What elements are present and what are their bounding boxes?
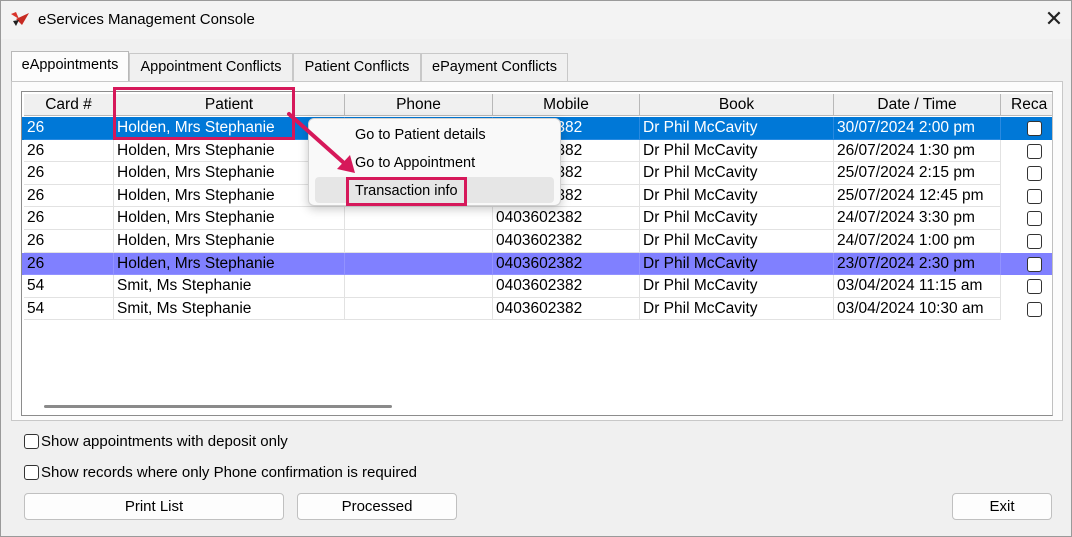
recall-checkbox[interactable] bbox=[1027, 188, 1042, 204]
transaction-info-annotation-box bbox=[346, 177, 467, 206]
column-header-phone[interactable]: Phone bbox=[345, 94, 493, 116]
eservices-window: eServices Management Console ✕ eAppointm… bbox=[0, 0, 1072, 537]
tab-appointment-conflicts[interactable]: Appointment Conflicts bbox=[129, 53, 293, 81]
exit-button[interactable]: Exit bbox=[952, 493, 1052, 520]
card-cell: 26 bbox=[24, 139, 114, 163]
book-cell: Dr Phil McCavity bbox=[640, 162, 834, 185]
book-cell: Dr Phil McCavity bbox=[640, 230, 834, 253]
book-cell: Dr Phil McCavity bbox=[640, 297, 834, 321]
card-cell: 54 bbox=[24, 275, 114, 298]
datetime-cell: 23/07/2024 2:30 pm bbox=[834, 252, 1001, 276]
book-cell: Dr Phil McCavity bbox=[640, 207, 834, 230]
processed-button[interactable]: Processed bbox=[297, 493, 457, 520]
table-row[interactable]: 26Holden, Mrs Stephanie 0403602382Dr Phil… bbox=[22, 230, 1052, 253]
book-cell: Dr Phil McCavity bbox=[640, 184, 834, 208]
phone-cell bbox=[345, 252, 493, 276]
tab-eappointments[interactable]: eAppointments bbox=[11, 51, 129, 82]
patient-cell: Smit, Ms Stephanie bbox=[114, 275, 345, 298]
book-cell: Dr Phil McCavity bbox=[640, 117, 834, 140]
horizontal-scrollbar[interactable] bbox=[44, 405, 392, 408]
patient-cell: Holden, Mrs Stephanie bbox=[114, 230, 345, 253]
table-row[interactable]: 54 Smit, Ms Stephanie 0403602382 Dr Phil Mc… bbox=[22, 275, 1052, 298]
patient-cell: Holden, Mrs Stephanie bbox=[114, 252, 345, 276]
menu-item-go-to-appointment[interactable]: Go to Appointment bbox=[355, 155, 475, 171]
datetime-cell: 03/04/2024 11:15 am bbox=[834, 275, 1001, 298]
phone-cell bbox=[345, 207, 493, 230]
print-list-button[interactable]: Print List bbox=[24, 493, 284, 520]
table-row[interactable]: 26Holden, Mrs Stephanie 0403602382Dr Phil… bbox=[22, 252, 1052, 276]
phone-cell bbox=[345, 275, 493, 298]
card-cell: 54 bbox=[24, 297, 114, 321]
card-cell: 26 bbox=[24, 207, 114, 230]
mobile-cell: 0403602382 bbox=[493, 275, 640, 298]
patient-cell: Holden, Mrs Stephanie bbox=[114, 207, 345, 230]
datetime-cell: 24/07/2024 3:30 pm bbox=[834, 207, 1001, 230]
mobile-cell: 0403602382 bbox=[493, 297, 640, 321]
patient-cell: Smit, Ms Stephanie bbox=[114, 297, 345, 321]
recall-checkbox[interactable] bbox=[1027, 211, 1042, 227]
table-row[interactable]: 26Holden, Mrs Stephanie 0403602382Dr Phil… bbox=[22, 207, 1052, 230]
column-header-mobile[interactable]: Mobile bbox=[493, 94, 640, 116]
mobile-cell: 0403602382 bbox=[493, 230, 640, 253]
mobile-cell: 0403602382 bbox=[493, 252, 640, 276]
deposit-only-checkbox[interactable] bbox=[24, 434, 39, 449]
mobile-cell: 0403602382 bbox=[493, 207, 640, 230]
card-cell: 26 bbox=[24, 184, 114, 208]
card-cell: 26 bbox=[24, 252, 114, 276]
recall-checkbox[interactable] bbox=[1027, 279, 1042, 295]
datetime-cell: 24/07/2024 1:00 pm bbox=[834, 230, 1001, 253]
book-cell: Dr Phil McCavity bbox=[640, 139, 834, 163]
datetime-cell: 30/07/2024 2:00 pm bbox=[834, 117, 1001, 140]
datetime-cell: 03/04/2024 10:30 am bbox=[834, 297, 1001, 321]
column-header-recall[interactable]: Reca bbox=[1001, 94, 1052, 116]
datetime-cell: 25/07/2024 2:15 pm bbox=[834, 162, 1001, 185]
app-logo-icon bbox=[11, 12, 29, 26]
patient-column-annotation-box bbox=[113, 87, 295, 140]
book-cell: Dr Phil McCavity bbox=[640, 252, 834, 276]
card-cell: 26 bbox=[24, 230, 114, 253]
window-title: eServices Management Console bbox=[38, 11, 255, 28]
recall-checkbox[interactable] bbox=[1027, 121, 1042, 136]
column-header-datetime[interactable]: Date / Time bbox=[834, 94, 1001, 116]
menu-item-go-to-patient-details[interactable]: Go to Patient details bbox=[355, 127, 486, 143]
phone-confirmation-checkbox[interactable] bbox=[24, 465, 39, 480]
recall-checkbox[interactable] bbox=[1027, 143, 1042, 159]
recall-checkbox[interactable] bbox=[1027, 256, 1042, 272]
tab-epayment-conflicts[interactable]: ePayment Conflicts bbox=[421, 53, 568, 81]
title-bar: eServices Management Console ✕ bbox=[1, 1, 1071, 39]
phone-cell bbox=[345, 230, 493, 253]
deposit-only-label: Show appointments with deposit only bbox=[41, 433, 288, 450]
recall-checkbox[interactable] bbox=[1027, 301, 1042, 317]
tab-patient-conflicts[interactable]: Patient Conflicts bbox=[293, 53, 421, 81]
datetime-cell: 25/07/2024 12:45 pm bbox=[834, 184, 1001, 208]
datetime-cell: 26/07/2024 1:30 pm bbox=[834, 139, 1001, 163]
recall-checkbox[interactable] bbox=[1027, 234, 1042, 249]
book-cell: Dr Phil McCavity bbox=[640, 275, 834, 298]
phone-confirmation-label: Show records where only Phone confirmati… bbox=[41, 464, 418, 481]
column-header-book[interactable]: Book bbox=[640, 94, 834, 116]
phone-cell bbox=[345, 297, 493, 321]
column-header-card[interactable]: Card # bbox=[24, 94, 114, 116]
card-cell: 26 bbox=[24, 162, 114, 185]
recall-checkbox[interactable] bbox=[1027, 166, 1042, 182]
table-row[interactable]: 54 Smit, Ms Stephanie 0403602382 Dr Phil Mc… bbox=[22, 297, 1052, 321]
card-cell: 26 bbox=[24, 117, 114, 140]
close-icon[interactable]: ✕ bbox=[1041, 7, 1067, 33]
